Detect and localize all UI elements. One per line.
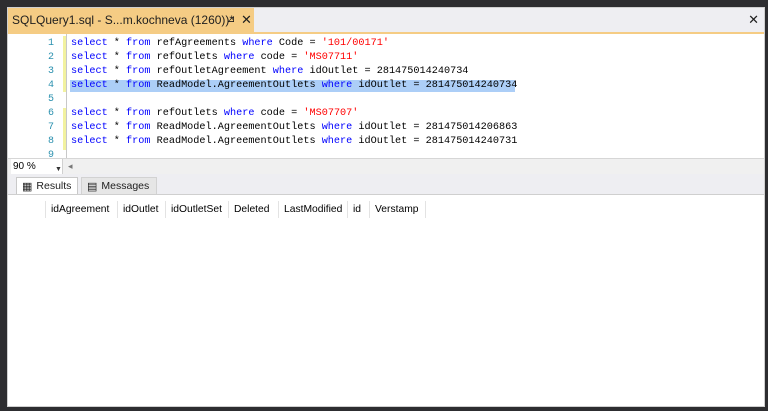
sql-keyword: from — [126, 122, 151, 133]
column-header-id[interactable]: id — [348, 201, 370, 218]
sql-keyword: from — [126, 136, 151, 147]
code-text: idOutlet = 281475014240734 — [352, 80, 518, 91]
code-text: * — [107, 38, 127, 49]
column-header-verstamp[interactable]: Verstamp — [370, 201, 426, 218]
tab-close-icon[interactable]: ✕ — [241, 12, 252, 28]
line-number: 7 — [47, 122, 54, 133]
code-text: code = — [254, 52, 304, 63]
code-text: * — [107, 108, 127, 119]
grid-icon: ▦ — [22, 180, 33, 193]
code-text: idOutlet = 281475014240731 — [352, 136, 518, 147]
sql-keyword: select — [71, 52, 108, 63]
code-line[interactable]: select * from ReadModel.AgreementOutlets… — [71, 136, 517, 147]
gutter-divider — [66, 34, 67, 158]
code-text: * — [107, 122, 127, 133]
sql-editor[interactable]: 1 2 3 4 5 6 7 8 9 select * from refAgree… — [8, 34, 764, 158]
code-line-selected[interactable]: select * from ReadModel.AgreementOutlets… — [71, 80, 517, 91]
sql-keyword: where — [321, 80, 353, 91]
code-text: refOutlets — [150, 108, 224, 119]
code-line[interactable]: select * from refOutlets where code = 'M… — [71, 52, 358, 63]
sql-keyword: where — [223, 108, 255, 119]
grid-header-row: idAgreement idOutlet idOutletSet Deleted… — [13, 201, 426, 218]
sql-keyword: select — [71, 122, 108, 133]
code-text: ReadModel.AgreementOutlets — [150, 122, 322, 133]
line-number: 8 — [47, 136, 54, 147]
code-text: ReadModel.AgreementOutlets — [150, 136, 322, 147]
line-number: 6 — [47, 108, 54, 119]
code-text: * — [107, 66, 127, 77]
code-text: * — [107, 80, 127, 91]
line-number: 9 — [47, 150, 54, 158]
code-line[interactable]: select * from refOutletAgreement where i… — [71, 66, 468, 77]
zoom-dropdown[interactable]: 90 % ▼ — [11, 159, 63, 174]
column-header-idoutletset[interactable]: idOutletSet — [166, 201, 229, 218]
line-number: 2 — [47, 52, 54, 63]
code-text: refOutlets — [150, 52, 224, 63]
column-header-idagreement[interactable]: idAgreement — [46, 201, 118, 218]
editor-status-bar: 90 % ▼ ◂ — [8, 158, 764, 175]
sql-keyword: from — [126, 66, 151, 77]
code-text: code = — [254, 108, 304, 119]
line-number: 5 — [47, 94, 54, 105]
zoom-value: 90 % — [13, 161, 36, 172]
tab-messages-label: Messages — [101, 180, 150, 192]
results-tab-strip: ▦ Results ▤ Messages — [8, 174, 764, 194]
messages-icon: ▤ — [87, 180, 98, 193]
document-tab[interactable]: SQLQuery1.sql - S...m.kochneva (1260))* … — [8, 8, 254, 32]
sql-keyword: from — [126, 108, 151, 119]
query-window: SQLQuery1.sql - S...m.kochneva (1260))* … — [7, 7, 765, 407]
column-header-deleted[interactable]: Deleted — [229, 201, 279, 218]
tab-results-label: Results — [36, 180, 72, 192]
sql-keyword: select — [71, 66, 108, 77]
code-text: Code = — [272, 38, 322, 49]
sql-string: 'MS07707' — [303, 108, 359, 119]
code-text: * — [107, 52, 127, 63]
tab-results[interactable]: ▦ Results — [16, 177, 78, 194]
sql-keyword: where — [223, 52, 255, 63]
line-number: 1 — [47, 38, 54, 49]
code-text: idOutlet = 281475014240734 — [303, 66, 469, 77]
scroll-left-icon[interactable]: ◂ — [68, 161, 73, 172]
line-number: 4 — [47, 80, 54, 91]
sql-keyword: where — [321, 122, 353, 133]
grid-corner[interactable] — [13, 201, 46, 218]
close-icon[interactable]: ✕ — [748, 12, 759, 28]
code-line[interactable]: select * from ReadModel.AgreementOutlets… — [71, 122, 517, 133]
code-text: idOutlet = 281475014206863 — [352, 122, 518, 133]
sql-string: '101/00171' — [321, 38, 389, 49]
document-tab-strip: SQLQuery1.sql - S...m.kochneva (1260))* … — [8, 8, 764, 34]
code-line[interactable]: select * from refOutlets where code = 'M… — [71, 108, 358, 119]
tab-messages[interactable]: ▤ Messages — [81, 177, 157, 194]
sql-keyword: where — [272, 66, 304, 77]
sql-keyword: where — [321, 136, 353, 147]
document-tab-title: SQLQuery1.sql - S...m.kochneva (1260))* — [12, 13, 235, 27]
sql-string: 'MS07711' — [303, 52, 359, 63]
pin-icon[interactable]: ⊿ — [227, 14, 235, 25]
sql-keyword: from — [126, 52, 151, 63]
sql-keyword: select — [71, 108, 108, 119]
column-header-idoutlet[interactable]: idOutlet — [118, 201, 166, 218]
sql-keyword: select — [71, 38, 108, 49]
code-text: refOutletAgreement — [150, 66, 273, 77]
code-text: ReadModel.AgreementOutlets — [150, 80, 322, 91]
sql-keyword: select — [71, 80, 108, 91]
column-header-lastmodified[interactable]: LastModified — [279, 201, 348, 218]
sql-keyword: select — [71, 136, 108, 147]
line-number: 3 — [47, 66, 54, 77]
code-line[interactable]: select * from refAgreements where Code =… — [71, 38, 389, 49]
sql-keyword: from — [126, 80, 151, 91]
code-text: refAgreements — [150, 38, 243, 49]
line-number-gutter: 1 2 3 4 5 6 7 8 9 — [8, 34, 62, 158]
results-grid[interactable]: idAgreement idOutlet idOutletSet Deleted… — [8, 194, 764, 406]
sql-keyword: from — [126, 38, 151, 49]
sql-keyword: where — [242, 38, 273, 49]
code-text: * — [107, 136, 127, 147]
